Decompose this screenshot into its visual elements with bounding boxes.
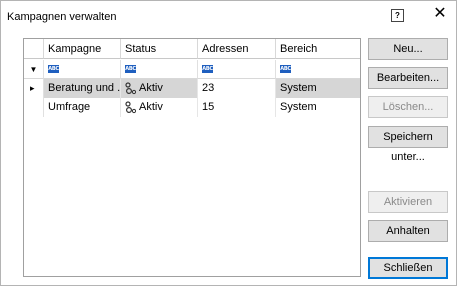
cell-bereich[interactable]: System: [276, 98, 360, 117]
campaign-grid: Kampagne Status Adressen Bereich ▼ ABC A…: [23, 38, 361, 277]
cell-kampagne[interactable]: Beratung und ...: [44, 79, 121, 98]
close-icon[interactable]: ✕: [432, 5, 448, 23]
cell-status[interactable]: Aktiv: [121, 79, 198, 98]
activate-button[interactable]: Aktivieren: [368, 191, 448, 213]
text-filter-icon: ABC: [202, 65, 213, 73]
cell-adressen[interactable]: 23: [198, 79, 276, 98]
dialog-window: Kampagnen verwalten ? ✕ Kampagne Status …: [0, 0, 457, 286]
status-label: Aktiv: [139, 101, 163, 113]
filter-cell-kampagne[interactable]: ABC: [44, 60, 121, 79]
filter-cell-status[interactable]: ABC: [121, 60, 198, 79]
text-filter-icon: ABC: [125, 65, 136, 73]
pause-button[interactable]: Anhalten: [368, 220, 448, 242]
column-header-status[interactable]: Status: [121, 39, 198, 59]
table-row[interactable]: ▸ Beratung und ... Aktiv 23 System: [24, 79, 360, 98]
status-label: Aktiv: [139, 82, 163, 94]
row-header-corner: [24, 39, 44, 59]
delete-button[interactable]: Löschen...: [368, 96, 448, 118]
cell-status[interactable]: Aktiv: [121, 98, 198, 117]
cell-bereich[interactable]: System: [276, 79, 360, 98]
new-button[interactable]: Neu...: [368, 38, 448, 60]
text-filter-icon: ABC: [280, 65, 291, 73]
table-row[interactable]: Umfrage Aktiv 15 System: [24, 98, 360, 117]
status-active-icon: [125, 81, 136, 94]
row-marker-icon: ▸: [24, 79, 44, 98]
cell-kampagne[interactable]: Umfrage: [44, 98, 121, 117]
close-button[interactable]: Schließen: [368, 257, 448, 279]
edit-button[interactable]: Bearbeiten...: [368, 67, 448, 89]
status-active-icon: [125, 100, 136, 113]
dialog-title: Kampagnen verwalten: [7, 11, 117, 23]
filter-cell-adressen[interactable]: ABC: [198, 60, 276, 79]
column-header-bereich[interactable]: Bereich: [276, 39, 360, 59]
column-header-kampagne[interactable]: Kampagne: [44, 39, 121, 59]
column-header-adressen[interactable]: Adressen: [198, 39, 276, 59]
help-icon[interactable]: ?: [391, 9, 404, 22]
row-marker-empty: [24, 98, 44, 117]
text-filter-icon: ABC: [48, 65, 59, 73]
cell-adressen[interactable]: 15: [198, 98, 276, 117]
filter-cell-bereich[interactable]: ABC: [276, 60, 360, 79]
filter-icon[interactable]: ▼: [24, 60, 44, 79]
save-as-button[interactable]: Speichern unter...: [368, 126, 448, 163]
